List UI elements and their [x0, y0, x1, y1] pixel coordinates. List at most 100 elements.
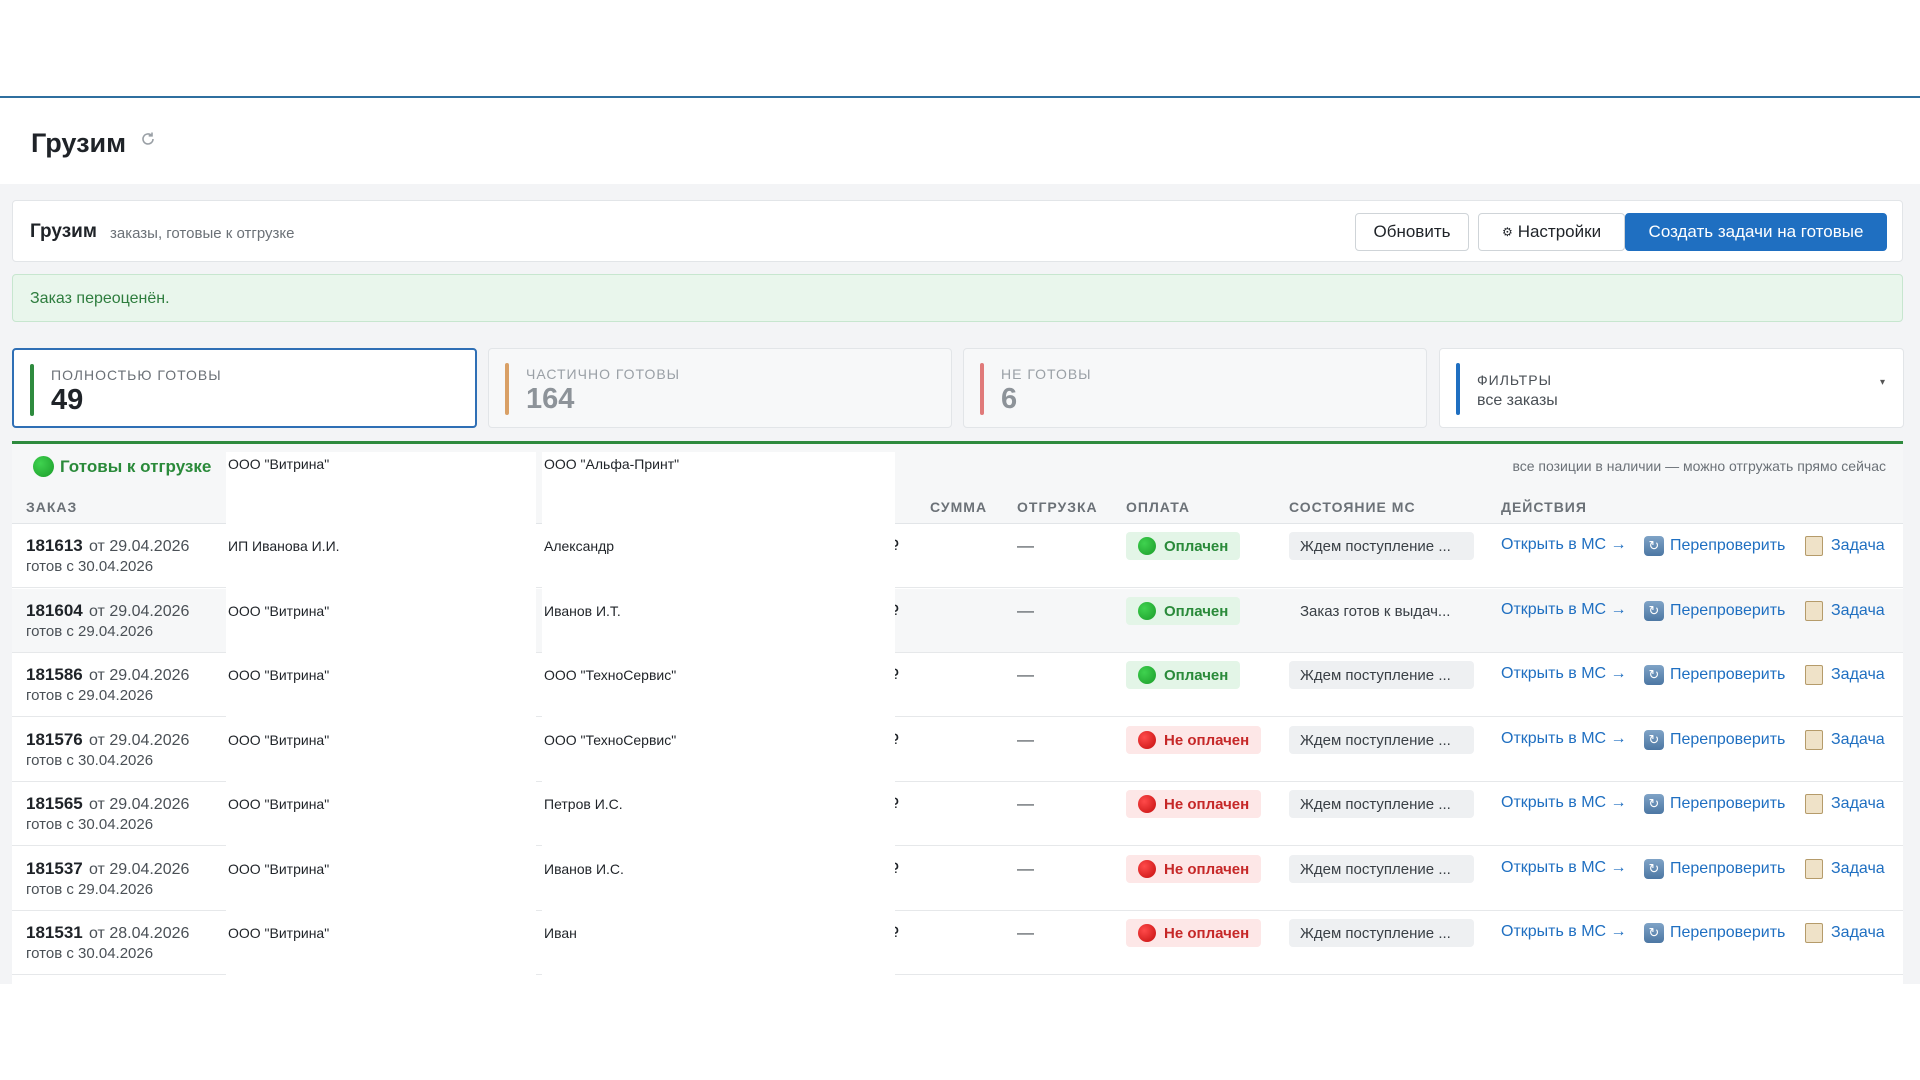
ms-state-badge: Ждем поступление ... [1289, 790, 1474, 818]
ready-date: готов с 30.04.2026 [26, 558, 154, 575]
notepad-icon [1805, 923, 1823, 943]
refresh-icon[interactable] [140, 131, 156, 147]
client-name: ООО "ТехноСервис" [544, 667, 677, 683]
task-link[interactable]: Задача [1805, 601, 1885, 621]
recheck-link[interactable]: ↻ Перепроверить [1644, 601, 1785, 621]
ready-date: готов с 30.04.2026 [26, 752, 154, 769]
create-tasks-button[interactable]: Создать задачи на готовые [1625, 213, 1887, 251]
recheck-icon: ↻ [1644, 601, 1664, 621]
col-payment: ОПЛАТА [1126, 499, 1190, 515]
recheck-link[interactable]: ↻ Перепроверить [1644, 665, 1785, 685]
order-number[interactable]: 181531 [26, 923, 83, 943]
refresh-button[interactable]: Обновить [1355, 213, 1469, 251]
stat-partially-ready[interactable]: ЧАСТИЧНО ГОТОВЫ 164 [488, 348, 952, 428]
recheck-link[interactable]: ↻ Перепроверить [1644, 730, 1785, 750]
recheck-link[interactable]: ↻ Перепроверить [1644, 923, 1785, 943]
org-name: ООО "Витрина" [228, 796, 330, 812]
stat-not-ready[interactable]: НЕ ГОТОВЫ 6 [963, 348, 1427, 428]
open-in-ms-link[interactable]: Открыть в МС → [1501, 665, 1627, 683]
recheck-label: Перепроверить [1670, 795, 1786, 812]
col-sum: СУММА [930, 499, 988, 515]
order-date: от 29.04.2026 [89, 538, 190, 555]
ready-date: готов с 30.04.2026 [26, 945, 154, 962]
stat-bar [1456, 363, 1460, 415]
stat-fully-ready[interactable]: ПОЛНОСТЬЮ ГОТОВЫ 49 [12, 348, 477, 428]
group-title: Готовы к отгрузке [60, 457, 212, 476]
green-dot-icon [1138, 602, 1156, 620]
order-date: от 29.04.2026 [89, 667, 190, 684]
shipment-value: — [1017, 794, 1034, 813]
org-name: ООО "Витрина" [228, 667, 330, 683]
task-link[interactable]: Задача [1805, 794, 1885, 814]
recheck-link[interactable]: ↻ Перепроверить [1644, 794, 1785, 814]
recheck-link[interactable]: ↻ Перепроверить [1644, 536, 1785, 556]
payment-badge: Не оплачен [1126, 919, 1262, 947]
org-name: ООО "Витрина" [228, 861, 330, 877]
open-in-ms-link[interactable]: Открыть в МС → [1501, 536, 1627, 554]
stat-bar [980, 363, 984, 415]
settings-button[interactable]: ⚙ Настройки [1478, 213, 1625, 251]
order-number[interactable]: 181576 [26, 730, 83, 750]
task-label: Задача [1831, 795, 1885, 812]
recheck-icon: ↻ [1644, 859, 1664, 879]
order-date: от 29.04.2026 [89, 861, 190, 878]
open-in-ms-link[interactable]: Открыть в МС → [1501, 859, 1627, 877]
payment-status: Оплачен [1164, 537, 1229, 555]
order-date: от 29.04.2026 [89, 603, 190, 620]
gear-icon: ⚙ [1501, 225, 1513, 239]
stat-value: 49 [51, 384, 84, 416]
shipment-value: — [1017, 601, 1034, 620]
page-header: Грузим [0, 98, 1920, 184]
ms-state-badge: Ждем поступление ... [1289, 532, 1474, 560]
orders-table: Готовы к отгрузке все позиции в наличии … [12, 441, 1903, 984]
page-bottom [0, 984, 1920, 1080]
task-link[interactable]: Задача [1805, 536, 1885, 556]
open-in-ms-link[interactable]: Открыть в МС → [1501, 794, 1627, 812]
open-in-ms-link[interactable]: Открыть в МС → [1501, 730, 1627, 748]
notepad-icon [1805, 730, 1823, 750]
green-status-icon [33, 456, 54, 477]
recheck-label: Перепроверить [1670, 924, 1786, 941]
stat-label: ЧАСТИЧНО ГОТОВЫ [526, 366, 681, 382]
card-subtitle: заказы, готовые к отгрузке [110, 225, 295, 242]
ms-state-badge: Ждем поступление ... [1289, 726, 1474, 754]
filters-dropdown[interactable]: ФИЛЬТРЫ все заказы ▾ [1439, 348, 1904, 428]
order-number[interactable]: 181604 [26, 601, 83, 621]
open-in-ms-link[interactable]: Открыть в МС → [1501, 923, 1627, 941]
task-label: Задача [1831, 924, 1885, 941]
page-title: Грузим [31, 128, 127, 158]
card-title: Грузим [30, 221, 97, 242]
notepad-icon [1805, 794, 1823, 814]
notepad-icon [1805, 859, 1823, 879]
org-name: ООО "Витрина" [228, 732, 330, 748]
ms-state-badge: Ждем поступление ... [1289, 855, 1474, 883]
red-dot-icon [1138, 795, 1156, 813]
recheck-icon: ↻ [1644, 923, 1664, 943]
order-number[interactable]: 181613 [26, 536, 83, 556]
ready-date: готов с 29.04.2026 [26, 623, 154, 640]
order-number[interactable]: 181586 [26, 665, 83, 685]
open-in-ms-link[interactable]: Открыть в МС → [1501, 601, 1627, 619]
filters-value: все заказы [1477, 392, 1558, 409]
org-column-overlay: ООО "Витрина" ИП Иванова И.И. ООО "Витрин… [226, 452, 536, 984]
task-link[interactable]: Задача [1805, 859, 1885, 879]
order-number[interactable]: 181537 [26, 859, 83, 879]
recheck-link[interactable]: ↻ Перепроверить [1644, 859, 1785, 879]
payment-badge: Оплачен [1126, 661, 1241, 689]
stat-value: 164 [526, 383, 575, 415]
red-dot-icon [1138, 924, 1156, 942]
shipment-value: — [1017, 859, 1034, 878]
stat-label: НЕ ГОТОВЫ [1001, 366, 1092, 382]
task-label: Задача [1831, 602, 1885, 619]
task-link[interactable]: Задача [1805, 923, 1885, 943]
task-link[interactable]: Задача [1805, 665, 1885, 685]
shipment-value: — [1017, 536, 1034, 555]
stat-label: ПОЛНОСТЬЮ ГОТОВЫ [51, 367, 222, 383]
payment-badge: Оплачен [1126, 532, 1241, 560]
recheck-icon: ↻ [1644, 794, 1664, 814]
org-name: ИП Иванова И.И. [228, 538, 340, 554]
chevron-down-icon: ▾ [1879, 377, 1885, 388]
col-shipment: ОТГРУЗКА [1017, 499, 1098, 515]
task-link[interactable]: Задача [1805, 730, 1885, 750]
order-number[interactable]: 181565 [26, 794, 83, 814]
